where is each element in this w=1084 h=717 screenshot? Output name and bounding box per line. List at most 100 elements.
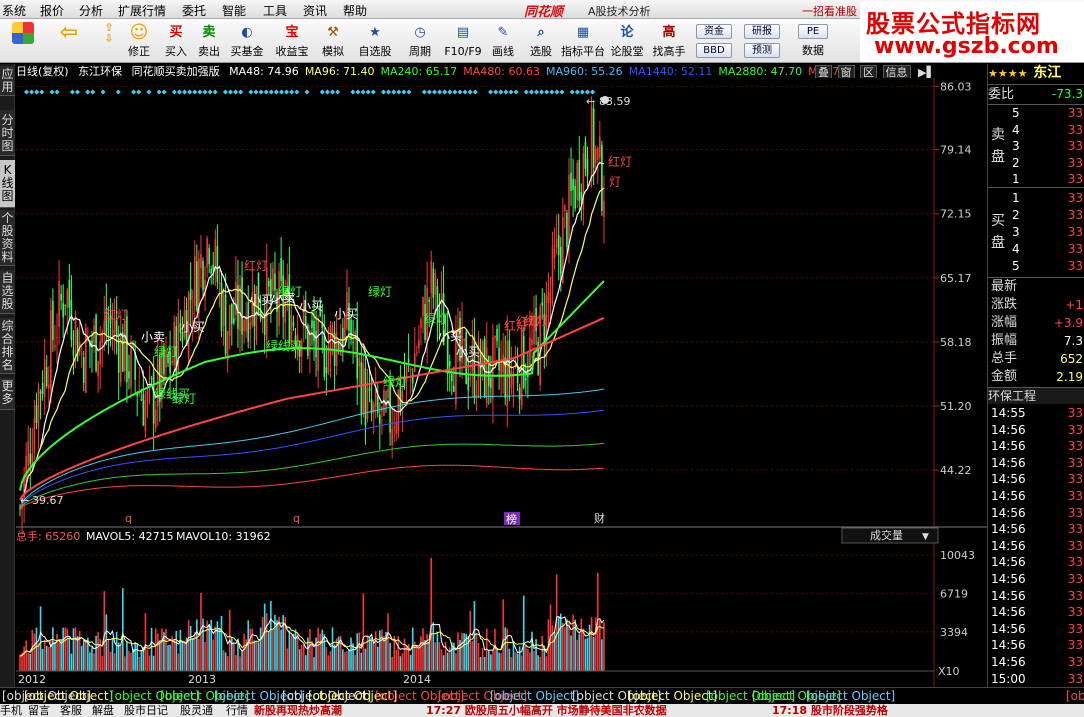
finance-marker[interactable]: 财 <box>594 511 605 525</box>
menu-tools[interactable]: 工具 <box>263 2 287 19</box>
candle-body <box>206 238 208 268</box>
sell-level-row[interactable]: 5 33 <box>988 105 1084 121</box>
candle-body <box>224 294 227 355</box>
volume-bar <box>107 638 110 671</box>
status-tab[interactable]: 股市日记 <box>124 704 168 717</box>
candle-body <box>124 320 126 372</box>
volume-bar <box>82 639 85 671</box>
status-tab[interactable]: 留言 <box>28 704 50 717</box>
volume-bar <box>350 637 352 671</box>
buy-level-row[interactable]: 2 33 <box>988 207 1084 223</box>
data-button[interactable]: PE 数据 <box>796 21 830 61</box>
bbd-button[interactable]: BBD <box>696 43 732 58</box>
tick-row: 14:56 33 <box>988 505 1084 521</box>
fund-flow-button[interactable]: 资金 <box>696 24 732 39</box>
layout-button[interactable] <box>6 21 40 61</box>
menu-smart[interactable]: 智能 <box>222 2 246 19</box>
candle-body <box>522 335 525 388</box>
volume-bar <box>344 652 346 671</box>
candle-body <box>50 310 52 390</box>
tick-row: 14:56 33 <box>988 422 1084 438</box>
volume-bar <box>29 653 32 671</box>
buy-level-row[interactable]: 1 33 <box>988 190 1084 206</box>
watchlist-button[interactable]: ★ 自选股 <box>358 21 392 61</box>
candle-body <box>193 256 196 307</box>
back-button[interactable]: ⇦ <box>52 21 86 61</box>
news-ticker-item[interactable]: 17:27 欧股周五小幅高开 市场静待美国非农数据 <box>426 704 667 717</box>
industry-label[interactable]: 环保工程 <box>988 389 1036 403</box>
candle-body <box>272 268 274 291</box>
status-tab[interactable]: 手机 <box>0 704 22 717</box>
menu-help[interactable]: 帮助 <box>343 2 367 19</box>
menu-extended-quote[interactable]: 扩展行情 <box>118 2 166 19</box>
indicator-platform-button[interactable]: ▦ 指标平台 <box>561 21 605 61</box>
candle-body <box>358 358 361 367</box>
sell-level-row[interactable]: 4 33 <box>988 122 1084 138</box>
volume-bar <box>588 624 591 671</box>
period-button[interactable]: ◷ 周期 <box>403 21 437 61</box>
stock-select-label: 选股 <box>530 45 552 58</box>
simulate-button[interactable]: ⚒ 模拟 <box>316 21 350 61</box>
tab-ranking[interactable]: 综合排名 <box>0 318 15 374</box>
status-tab[interactable]: 行情 <box>226 704 248 717</box>
formula-name[interactable]: 同花顺买卖加强版 <box>132 65 220 78</box>
buy-level-row[interactable]: 5 33 <box>988 258 1084 274</box>
tab-intraday[interactable]: 分时图 <box>0 110 15 156</box>
sell-button[interactable]: 卖 卖出 <box>192 21 226 61</box>
news-ticker-item[interactable]: 新股再现热炒高潮 <box>254 704 342 717</box>
menu-analysis[interactable]: 分析 <box>79 2 103 19</box>
tab-more[interactable]: 更多 <box>0 378 15 410</box>
sell-level-row[interactable]: 2 33 <box>988 155 1084 171</box>
menu-system[interactable]: 系统 <box>2 2 26 19</box>
volume-bar <box>440 649 443 671</box>
forecast-button[interactable]: 预测 <box>744 43 780 58</box>
tick-price: 33 <box>1067 455 1083 470</box>
candle-body <box>518 387 521 400</box>
candle-body <box>76 329 79 362</box>
data-label: 数据 <box>802 44 824 57</box>
buy-level-row[interactable]: 4 33 <box>988 241 1084 257</box>
candle-body <box>200 253 202 269</box>
period-label[interactable]: 日线(复权) <box>16 65 69 78</box>
menu-trade[interactable]: 委托 <box>182 2 206 19</box>
find-expert-button[interactable]: 高 找高手 <box>652 21 686 61</box>
menu-quote[interactable]: 报价 <box>40 2 64 19</box>
price-axis-label: 58.18 <box>940 336 972 349</box>
candle-body <box>237 284 239 329</box>
tick-price: 33 <box>1067 555 1083 570</box>
level-number: 3 <box>1012 139 1020 153</box>
fix-button[interactable]: ☺ 修正 <box>122 21 156 61</box>
volume-selector-label: 成交量 <box>870 528 903 542</box>
status-tab[interactable]: 解盘 <box>92 704 114 717</box>
sell-level-row[interactable]: 3 33 <box>988 138 1084 154</box>
sell-icon: 卖 <box>202 25 216 40</box>
tab-app[interactable]: 应用 <box>0 66 15 96</box>
buy-fund-button[interactable]: ◐ 买基金 <box>230 21 264 61</box>
forum-button[interactable]: 论 论股堂 <box>610 21 644 61</box>
ma-label: MA480: 60.63 <box>463 65 540 78</box>
candle-body <box>574 185 576 209</box>
stock-select-button[interactable]: ⌕ 选股 <box>524 21 558 61</box>
menu-news[interactable]: 资讯 <box>303 2 327 19</box>
research-button[interactable]: 研报 <box>744 24 780 39</box>
f10-button[interactable]: ▤ F10/F9 <box>444 21 481 61</box>
rank-marker[interactable]: 榜 <box>506 512 517 526</box>
kline-chart[interactable]: 红灯绿灯小买小卖绿灯红灯绿灯 绿灯小买 小买绿灯红灯小买红灯绿灯小卖小买小买红灯红灯… <box>16 78 988 687</box>
level-number: 2 <box>1012 155 1020 170</box>
scroll-indicator[interactable] <box>601 96 609 104</box>
tab-kline[interactable]: K线图 <box>0 160 15 208</box>
app-title: A股技术分析 <box>588 5 651 18</box>
candle-body <box>37 387 40 428</box>
tab-watchlist[interactable]: 自选股 <box>0 270 15 314</box>
news-ticker-item[interactable]: 17:18 股市阶段强势格 <box>772 704 888 717</box>
income-treasure-button[interactable]: 宝 收益宝 <box>275 21 309 61</box>
tab-stock-profile[interactable]: 个股资料 <box>0 210 15 266</box>
event-marker-2: q <box>293 512 300 525</box>
buy-level-row[interactable]: 3 33 <box>988 224 1084 240</box>
status-tab[interactable]: 客服 <box>60 704 82 717</box>
status-tab[interactable]: 股灵通 <box>180 704 213 717</box>
volume-bar <box>477 642 480 671</box>
sell-level-row[interactable]: 1 33 <box>988 171 1084 187</box>
signal-label: 小买 <box>456 345 480 359</box>
draw-line-button[interactable]: ✎ 画线 <box>486 21 520 61</box>
